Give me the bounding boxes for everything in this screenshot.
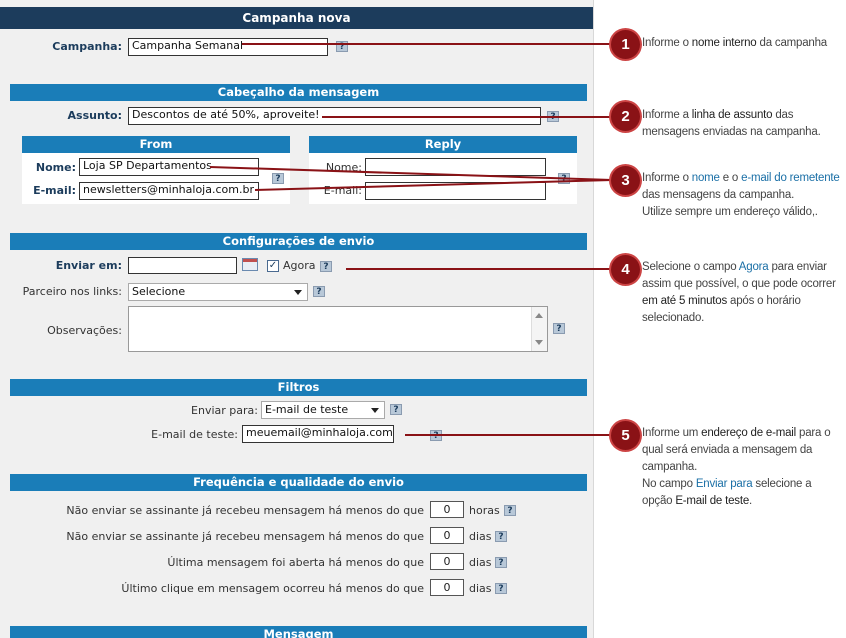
enviar-para-select[interactable]: E-mail de teste (261, 401, 385, 419)
help-icon[interactable]: ? (547, 111, 559, 122)
ann-link: Enviar para (695, 478, 753, 490)
ann-text: das mensagens da campanha. (642, 189, 795, 201)
freq-click-input[interactable]: 0 (430, 579, 464, 596)
help-icon[interactable]: ? (272, 173, 284, 184)
marker-1: 1 (611, 30, 640, 59)
campanha-label: Campanha: (52, 40, 122, 53)
section-frequencia: Frequência e qualidade do envio (10, 474, 587, 491)
ann-text: da campanha (756, 37, 828, 49)
help-icon[interactable]: ? (336, 41, 348, 52)
help-icon[interactable]: ? (553, 323, 565, 334)
ann-emph: linha de assunto (691, 109, 773, 121)
assunto-input[interactable]: Descontos de até 50%, aproveite! (128, 107, 541, 125)
marker-3: 3 (611, 166, 640, 195)
help-icon[interactable]: ? (320, 261, 332, 272)
enviar-para-label: Enviar para: (191, 404, 258, 417)
ann-link: nome (691, 172, 720, 184)
from-email-input[interactable]: newsletters@minhaloja.com.br (79, 182, 259, 200)
ann-text: Utilize sempre um endereço válido,. (642, 206, 818, 218)
campaign-form-panel: Campanha nova Campanha: Campanha Semanal… (0, 0, 594, 638)
ann-text: Informe a (642, 109, 692, 121)
ann-text: Informe o (642, 37, 692, 49)
section-config: Configurações de envio (10, 233, 587, 250)
ann-emph: nome interno (691, 37, 757, 49)
ann-text: . (749, 495, 753, 507)
parceiro-select[interactable]: Selecione (128, 283, 308, 301)
reply-nome-input[interactable] (365, 158, 546, 176)
enviar-para-select-value: E-mail de teste (265, 403, 349, 416)
reply-email-label: E-mail: (323, 184, 362, 197)
ann-text: Informe o (642, 172, 692, 184)
enviar-em-input[interactable] (128, 257, 237, 274)
help-icon[interactable]: ? (495, 583, 507, 594)
freq-row-text: Último clique em mensagem ocorreu há men… (121, 582, 424, 595)
email-teste-input[interactable]: meuemail@minhaloja.com.br (242, 425, 394, 443)
ann-text: Informe um (642, 427, 702, 439)
agora-label: Agora (283, 259, 316, 272)
observacoes-label: Observações: (47, 324, 122, 337)
ann-emph: endereço de e-mail (701, 427, 797, 439)
marker-2: 2 (611, 102, 640, 131)
section-filtros: Filtros (10, 379, 587, 396)
annotation-5: Informe um endereço de e-mail para o qua… (642, 425, 842, 510)
enviar-em-label: Enviar em: (55, 259, 122, 272)
freq-row-text: Última mensagem foi aberta há menos do q… (167, 556, 424, 569)
marker-5: 5 (611, 421, 640, 450)
calendar-icon[interactable] (242, 258, 258, 271)
reply-nome-label: Nome: (325, 161, 362, 174)
help-icon[interactable]: ? (390, 404, 402, 415)
freq-unit: horas (469, 504, 500, 517)
ann-emph: E-mail de teste (675, 495, 750, 507)
chevron-down-icon (294, 290, 302, 295)
annotation-2: Informe a linha de assunto das mensagens… (642, 107, 842, 141)
freq-unit: dias (469, 582, 492, 595)
ann-link: e-mail do remetente (741, 172, 840, 184)
annotation-3: Informe o nome e o e-mail do remetente d… (642, 170, 842, 221)
freq-open-input[interactable]: 0 (430, 553, 464, 570)
reply-title: Reply (309, 136, 577, 153)
freq-row-text: Não enviar se assinante já recebeu mensa… (66, 504, 424, 517)
textarea-scrollbar[interactable] (531, 307, 547, 351)
help-icon[interactable]: ? (430, 430, 442, 441)
campanha-input[interactable]: Campanha Semanal (128, 38, 328, 56)
help-icon[interactable]: ? (495, 557, 507, 568)
help-icon[interactable]: ? (558, 173, 570, 184)
help-icon[interactable]: ? (504, 505, 516, 516)
section-mensagem: Mensagem (10, 626, 587, 638)
chevron-down-icon (371, 408, 379, 413)
parceiro-label: Parceiro nos links: (22, 285, 122, 298)
scroll-up-icon[interactable] (535, 313, 543, 318)
observacoes-textarea[interactable] (128, 306, 548, 352)
agora-checkbox[interactable]: ✓ (267, 260, 279, 272)
reply-email-input[interactable] (365, 182, 546, 200)
ann-emph: em até 5 minutos (642, 295, 728, 307)
from-title: From (22, 136, 290, 153)
ann-link: Agora (738, 261, 769, 273)
freq-row-text: Não enviar se assinante já recebeu mensa… (66, 530, 424, 543)
freq-unit: dias (469, 556, 492, 569)
from-nome-label: Nome: (35, 161, 76, 174)
assunto-label: Assunto: (67, 109, 122, 122)
ann-text: Selecione o campo (642, 261, 739, 273)
help-icon[interactable]: ? (313, 286, 325, 297)
ann-text: e o (719, 172, 742, 184)
scroll-down-icon[interactable] (535, 340, 543, 345)
freq-unit: dias (469, 530, 492, 543)
marker-4: 4 (611, 255, 640, 284)
from-nome-input[interactable]: Loja SP Departamentos (79, 158, 259, 176)
annotation-1: Informe o nome interno da campanha (642, 35, 842, 52)
ann-text: No campo (642, 478, 696, 490)
parceiro-select-value: Selecione (132, 285, 186, 298)
form-title: Campanha nova (0, 7, 593, 29)
from-email-label: E-mail: (33, 184, 76, 197)
annotation-4: Selecione o campo Agora para enviar assi… (642, 259, 842, 327)
help-icon[interactable]: ? (495, 531, 507, 542)
freq-hours-input[interactable]: 0 (430, 501, 464, 518)
email-teste-label: E-mail de teste: (151, 428, 238, 441)
section-cabecalho: Cabeçalho da mensagem (10, 84, 587, 101)
freq-days-input[interactable]: 0 (430, 527, 464, 544)
